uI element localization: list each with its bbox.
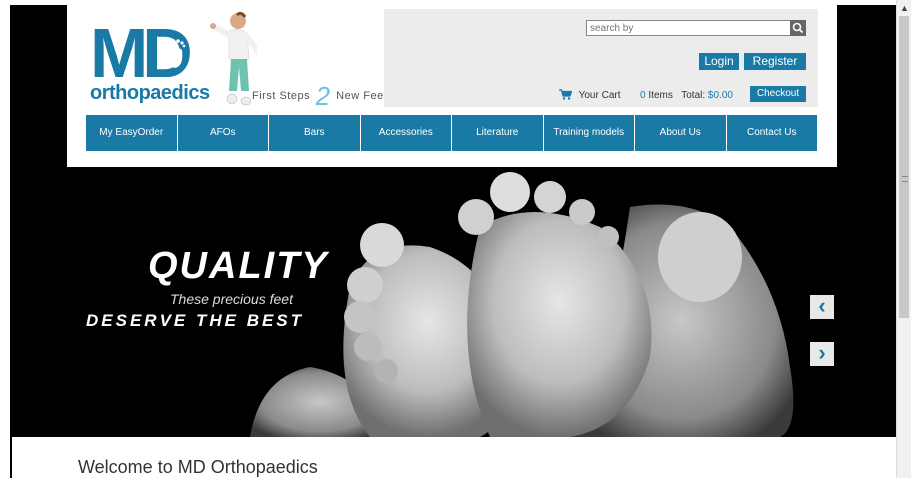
footprint-icon — [165, 39, 186, 68]
hero-line1: These precious feet — [170, 291, 293, 307]
welcome-heading: Welcome to MD Orthopaedics — [78, 457, 318, 477]
hero-line2: DESERVE THE BEST — [86, 311, 305, 330]
cart-label: Your Cart — [578, 90, 621, 101]
tagline: First Steps 2 New Feet — [252, 81, 387, 112]
nav-item-accessories[interactable]: Accessories — [360, 115, 452, 151]
login-button[interactable]: Login — [699, 53, 739, 70]
search-icon — [792, 22, 804, 34]
site-header: MD orthopaedics First Steps 2 New Feet s… — [67, 5, 837, 167]
vertical-scrollbar[interactable]: ▲ — [896, 0, 911, 478]
carousel-prev-button[interactable]: ‹ — [810, 295, 834, 319]
main-nav: My EasyOrder AFOs Bars Accessories Liter… — [86, 115, 817, 151]
main-content: Welcome to MD Orthopaedics — [12, 437, 896, 478]
search-button[interactable] — [790, 20, 806, 36]
chevron-right-icon: › — [818, 340, 826, 365]
cart-icon — [559, 89, 572, 100]
tagline-part2: New Feet — [336, 90, 388, 102]
scroll-grip-icon — [902, 176, 908, 182]
chevron-left-icon: ‹ — [818, 293, 826, 318]
nav-item-training-models[interactable]: Training models — [543, 115, 635, 151]
checkout-button[interactable]: Checkout — [750, 86, 806, 102]
cart-total-label: Total: — [681, 90, 706, 101]
header-utility-box: Login Register Your Cart 0 Items Total: … — [384, 9, 818, 107]
nav-item-bars[interactable]: Bars — [269, 115, 361, 151]
baby-feet-image — [250, 172, 794, 437]
hero-headline: QUALITY — [148, 245, 329, 287]
register-button[interactable]: Register — [744, 53, 806, 70]
cart-items-label: Items — [648, 90, 673, 101]
logo-name: orthopaedics — [90, 82, 210, 104]
search-input[interactable] — [586, 20, 791, 36]
site-logo[interactable]: MD orthopaedics — [90, 18, 210, 108]
nav-item-about-us[interactable]: About Us — [635, 115, 727, 151]
toddler-image — [210, 11, 257, 106]
nav-item-literature[interactable]: Literature — [452, 115, 544, 151]
tagline-part1: First Steps — [252, 90, 311, 102]
cart-summary[interactable]: Your Cart 0 Items Total: $0.00 — [559, 89, 733, 101]
cart-total: $0.00 — [707, 90, 733, 101]
scroll-up-icon[interactable]: ▲ — [900, 3, 909, 13]
tagline-two: 2 — [315, 81, 331, 111]
page-frame: MD orthopaedics First Steps 2 New Feet s… — [10, 5, 896, 478]
nav-item-contact-us[interactable]: Contact Us — [726, 115, 817, 151]
scroll-thumb[interactable] — [899, 16, 909, 318]
hero-banner: QUALITY These precious feet DESERVE THE … — [10, 167, 896, 437]
carousel-next-button[interactable]: › — [810, 342, 834, 366]
cart-count: 0 — [640, 90, 646, 101]
nav-item-my-easyorder[interactable]: My EasyOrder — [86, 115, 178, 151]
nav-item-afos[interactable]: AFOs — [177, 115, 269, 151]
